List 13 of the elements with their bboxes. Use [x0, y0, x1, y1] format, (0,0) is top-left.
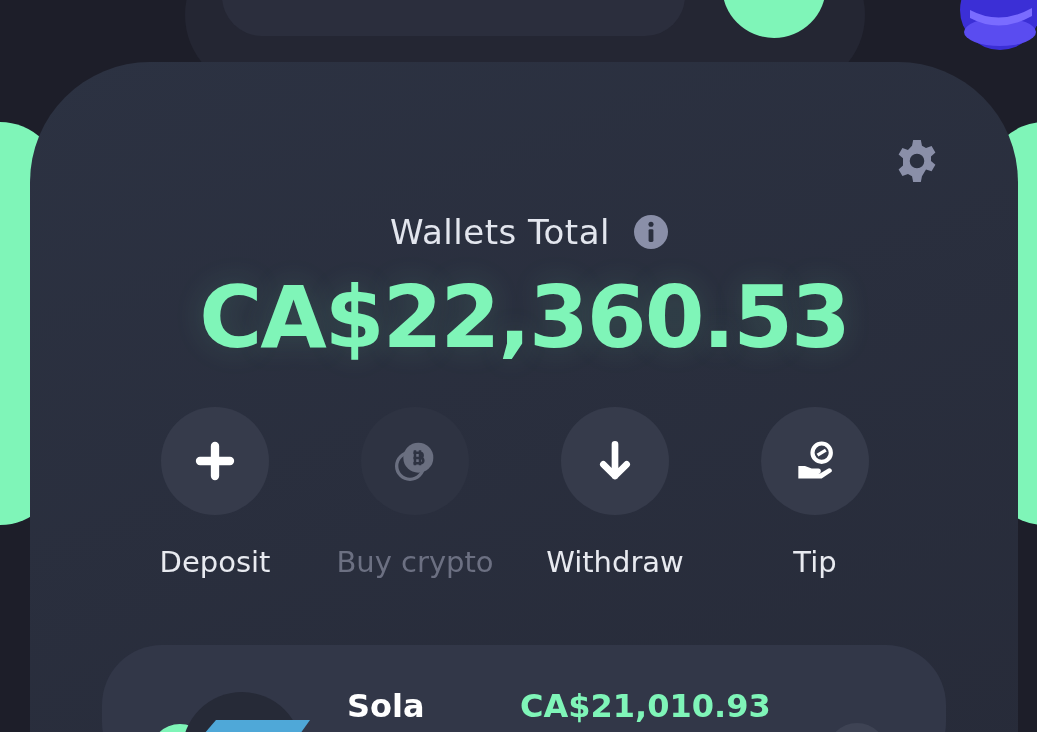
action-label: Tip	[793, 545, 837, 580]
coin-icon	[395, 441, 435, 482]
wallet-name: Sola	[347, 689, 425, 725]
wallet-balance: CA$21,010.93	[520, 689, 771, 725]
action-label: Withdraw	[546, 545, 684, 580]
wallet-row[interactable]: Sola CA$21,010.93	[102, 645, 946, 732]
wallets-total-label: Wallets Total	[390, 212, 610, 252]
hand-coin-icon	[795, 441, 835, 482]
info-icon[interactable]	[633, 215, 668, 249]
total-balance: CA$22,360.53	[199, 266, 849, 369]
action-label: Deposit	[159, 545, 271, 580]
plus-icon	[195, 441, 235, 482]
action-label: Buy crypto	[336, 545, 494, 580]
